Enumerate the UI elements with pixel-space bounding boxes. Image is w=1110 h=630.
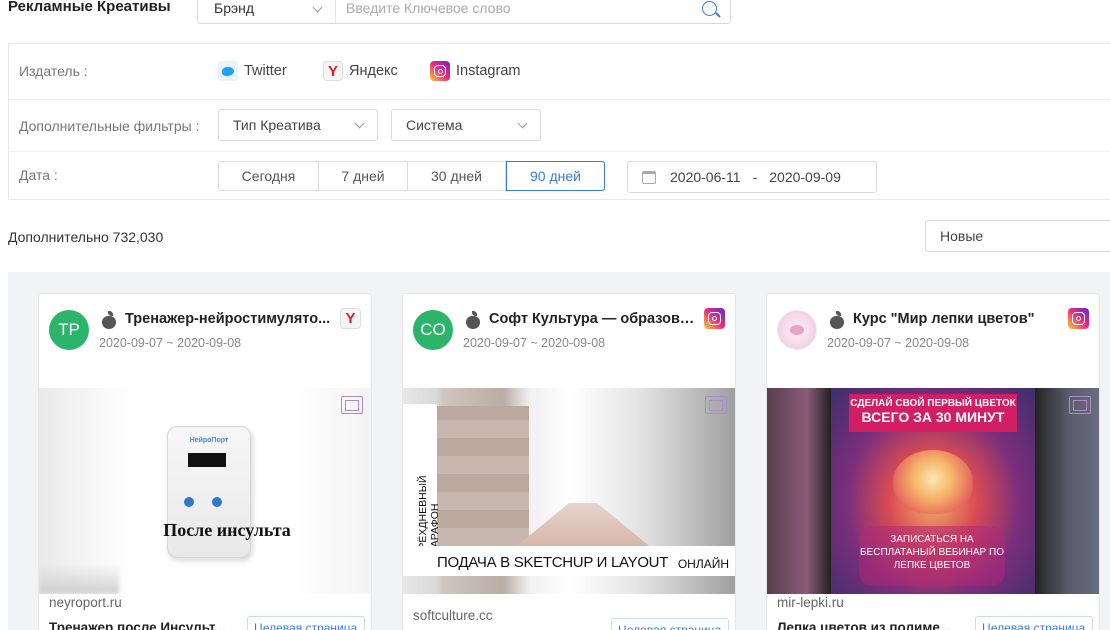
avatar (777, 310, 817, 350)
system-select[interactable]: Система (391, 109, 541, 141)
gallery-icon[interactable] (341, 396, 363, 414)
landing-page-button[interactable]: Целевая страница (975, 616, 1093, 630)
card-title[interactable]: Тренажер-нейростимулято... (125, 311, 335, 327)
extra-filters-label: Дополнительные фильтры : (19, 118, 200, 134)
publisher-name: Яндекс (349, 63, 398, 79)
results-count: Дополнительно 732,030 (8, 229, 164, 245)
search-type-select[interactable]: Брэнд (198, 0, 336, 23)
card-title[interactable]: Курс "Мир лепки цветов" (853, 311, 1063, 327)
gallery-icon[interactable] (705, 396, 727, 414)
creative-caption: ПОДАЧА В SKETCHUP И LAYOUT (437, 554, 669, 571)
card-domain[interactable]: mir-lepki.ru (777, 595, 844, 610)
range-today-button[interactable]: Сегодня (219, 162, 319, 190)
card-title[interactable]: Софт Культура — образова... (489, 311, 699, 327)
calendar-icon (642, 170, 656, 184)
landing-page-button[interactable]: Целевая страница (611, 618, 729, 630)
twitter-icon (218, 61, 238, 81)
date-to: 2020-09-09 (769, 169, 841, 185)
top-bar: Рекламные Креативы Брэнд (0, 0, 1110, 24)
creative-headline: СДЕЛАЙ СВОЙ ПЕРВЫЙ ЦВЕТОК ВСЕГО ЗА 30 МИ… (849, 394, 1017, 432)
card-date: 2020-09-07 ~ 2020-09-08 (99, 336, 242, 350)
page-title: Рекламные Креативы (8, 0, 171, 15)
publisher-yandex[interactable]: Y Яндекс (323, 61, 398, 81)
creative-type-value: Тип Креатива (233, 117, 321, 133)
creative-online-label: ОНЛАЙН (677, 557, 729, 571)
instagram-icon (1068, 308, 1089, 329)
ad-card[interactable]: Курс "Мир лепки цветов" 2020-09-07 ~ 202… (766, 293, 1100, 630)
publisher-instagram[interactable]: Instagram (430, 61, 520, 81)
creative-image[interactable]: НейроПорт После инсульта (39, 388, 371, 594)
date-label: Дата : (19, 167, 58, 183)
creative-cta: ЗАПИСАТЬСЯ НА БЕСПЛАТАНЫЙ ВЕБИНАР ПО ЛЕП… (859, 526, 1005, 586)
yandex-icon: Y (340, 308, 361, 329)
creative-vertical-text: ТРЁХДНЕВНЫЙ МАРАФОН (417, 475, 441, 556)
card-description: Лепка цветов из полиме... (777, 620, 952, 630)
card-description: Тренажер после Инсульт... (49, 620, 226, 630)
ad-card[interactable]: TP Тренажер-нейростимулято... 2020-09-07… (38, 293, 372, 630)
publisher-label: Издатель : (19, 63, 88, 79)
sort-select[interactable]: Новые (925, 220, 1110, 252)
chevron-down-icon (312, 2, 323, 13)
extra-filters-row: Дополнительные фильтры : Тип Креатива Си… (9, 100, 1110, 152)
date-from: 2020-06-11 (670, 169, 741, 185)
range-30-button[interactable]: 30 дней (408, 162, 506, 190)
avatar: CO (413, 310, 453, 350)
creative-image[interactable]: ТРЁХДНЕВНЫЙ МАРАФОН ПОДАЧА В SKETCHUP И … (403, 388, 735, 594)
date-row: Дата : Сегодня 7 дней 30 дней 90 дней 20… (9, 152, 1110, 200)
card-date: 2020-09-07 ~ 2020-09-08 (827, 336, 970, 350)
search-bar: Брэнд (197, 0, 731, 24)
sort-value: Новые (940, 228, 984, 244)
creative-image[interactable]: СДЕЛАЙ СВОЙ ПЕРВЫЙ ЦВЕТОК ВСЕГО ЗА 30 МИ… (767, 388, 1099, 594)
instagram-icon (430, 61, 450, 81)
creative-caption: После инсульта (163, 520, 291, 540)
apple-icon (465, 311, 481, 329)
results-grid: TP Тренажер-нейростимулято... 2020-09-07… (8, 272, 1110, 630)
chevron-down-icon (517, 118, 528, 129)
instagram-icon (704, 308, 725, 329)
apple-icon (101, 311, 117, 329)
system-value: Система (406, 117, 463, 133)
publisher-row: Издатель : Twitter Y Яндекс Instagram (9, 44, 1110, 100)
date-range-picker[interactable]: 2020-06-11 - 2020-09-09 (627, 161, 877, 193)
publisher-twitter[interactable]: Twitter (218, 61, 287, 81)
card-date: 2020-09-07 ~ 2020-09-08 (463, 336, 606, 350)
search-type-value: Брэнд (214, 0, 255, 16)
ad-card[interactable]: CO Софт Культура — образова... 2020-09-0… (402, 293, 736, 630)
range-7-button[interactable]: 7 дней (319, 162, 408, 190)
search-input[interactable] (336, 0, 696, 23)
card-domain[interactable]: softculture.cc (413, 608, 493, 623)
date-separator: - (752, 169, 758, 185)
yandex-icon: Y (323, 61, 343, 81)
apple-icon (829, 311, 845, 329)
device-brand: НейроПорт (189, 437, 229, 444)
gallery-icon[interactable] (1069, 396, 1091, 414)
chevron-down-icon (354, 118, 365, 129)
search-icon[interactable] (696, 0, 730, 23)
card-domain[interactable]: neyroport.ru (49, 595, 122, 610)
publisher-name: Instagram (456, 63, 521, 79)
range-90-button[interactable]: 90 дней (506, 161, 605, 191)
creative-type-select[interactable]: Тип Креатива (218, 109, 378, 141)
filter-panel: Издатель : Twitter Y Яндекс Instagram До… (8, 43, 1110, 200)
avatar: TP (49, 310, 89, 350)
date-range-buttons: Сегодня 7 дней 30 дней 90 дней (218, 161, 605, 191)
landing-page-button[interactable]: Целевая страница (247, 616, 365, 630)
publisher-name: Twitter (244, 63, 287, 79)
flower-image (893, 450, 973, 514)
